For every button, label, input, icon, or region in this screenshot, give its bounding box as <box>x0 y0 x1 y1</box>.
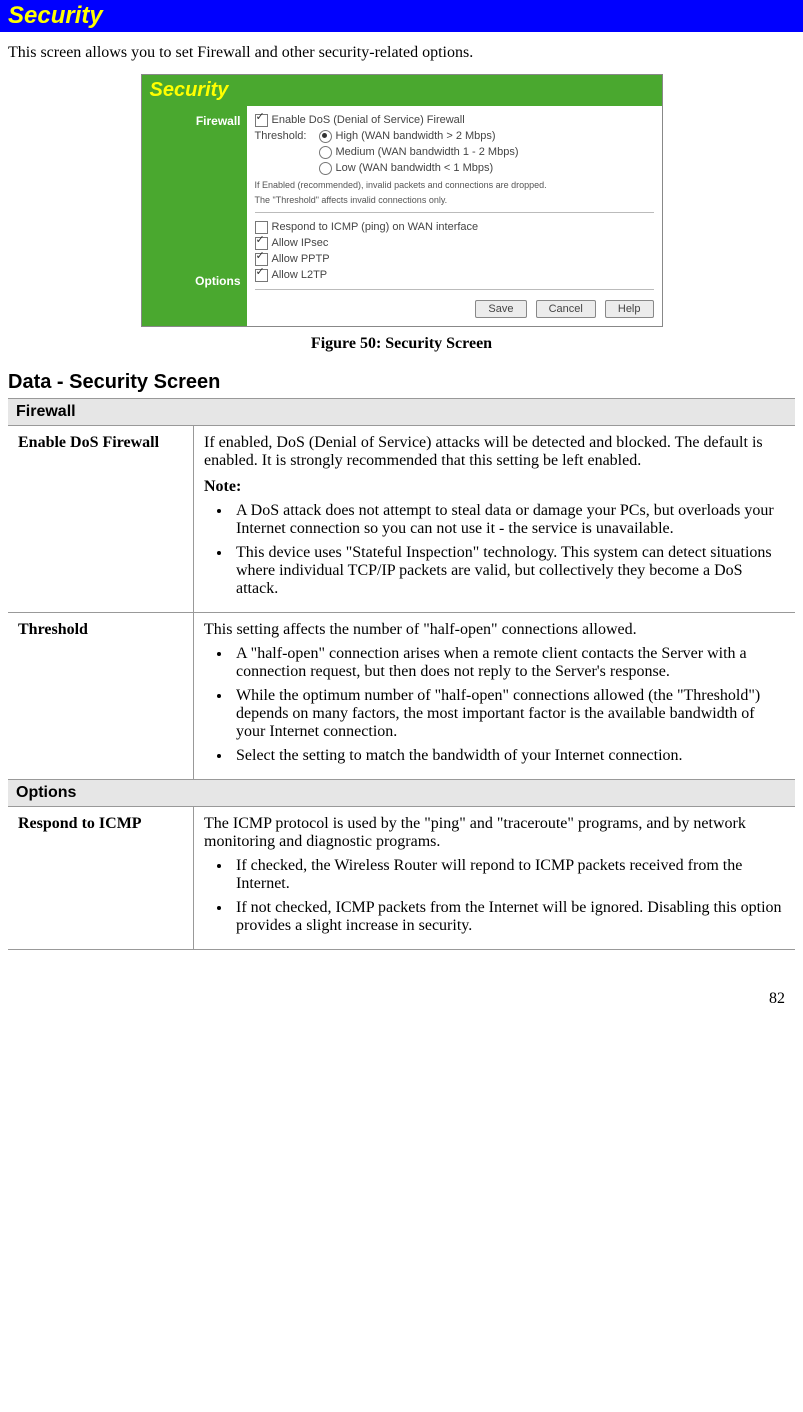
threshold-high-label: High (WAN bandwidth > 2 Mbps) <box>336 128 496 144</box>
enable-dos-bullet2: This device uses "Stateful Inspection" t… <box>232 544 785 598</box>
allow-ipsec-checkbox[interactable] <box>255 237 268 250</box>
allow-l2tp-label: Allow L2TP <box>272 267 328 283</box>
allow-pptp-label: Allow PPTP <box>272 251 330 267</box>
page-title: Security <box>8 2 103 29</box>
enable-dos-para1: If enabled, DoS (Denial of Service) atta… <box>204 434 785 470</box>
firewall-note1: If Enabled (recommended), invalid packet… <box>255 180 654 191</box>
screenshot-title: Security <box>142 75 662 106</box>
row-desc-threshold: This setting affects the number of "half… <box>194 613 796 780</box>
cancel-button[interactable]: Cancel <box>536 300 596 318</box>
allow-ipsec-label: Allow IPsec <box>272 235 329 251</box>
table-row: Enable DoS Firewall If enabled, DoS (Den… <box>8 426 795 613</box>
group-header-firewall: Firewall <box>8 399 795 426</box>
threshold-bullet2: While the optimum number of "half-open" … <box>232 687 785 741</box>
enable-dos-checkbox[interactable] <box>255 114 268 127</box>
figure-wrap: Security Firewall Options Enable DoS (De… <box>0 74 803 361</box>
group-header-options: Options <box>8 780 795 807</box>
threshold-low-radio[interactable] <box>319 162 332 175</box>
enable-dos-bullet1: A DoS attack does not attempt to steal d… <box>232 502 785 538</box>
allow-l2tp-checkbox[interactable] <box>255 269 268 282</box>
screenshot-sidebar: Firewall Options <box>142 106 247 326</box>
note-label: Note: <box>204 478 785 496</box>
row-label-threshold: Threshold <box>8 613 194 780</box>
threshold-para1: This setting affects the number of "half… <box>204 621 785 639</box>
sidebar-options-label: Options <box>142 274 241 292</box>
row-label-respond-icmp: Respond to ICMP <box>8 807 194 950</box>
page-number: 82 <box>0 950 803 1020</box>
threshold-low-label: Low (WAN bandwidth < 1 Mbps) <box>336 160 494 176</box>
sidebar-firewall-label: Firewall <box>142 114 241 132</box>
respond-icmp-para1: The ICMP protocol is used by the "ping" … <box>204 815 785 851</box>
row-desc-respond-icmp: The ICMP protocol is used by the "ping" … <box>194 807 796 950</box>
page-title-bar: Security <box>0 0 803 32</box>
respond-icmp-checkbox[interactable] <box>255 221 268 234</box>
screenshot-main: Enable DoS (Denial of Service) Firewall … <box>247 106 662 326</box>
threshold-medium-label: Medium (WAN bandwidth 1 - 2 Mbps) <box>336 144 519 160</box>
respond-icmp-label: Respond to ICMP (ping) on WAN interface <box>272 219 479 235</box>
threshold-bullet1: A "half-open" connection arises when a r… <box>232 645 785 681</box>
data-table: Firewall Enable DoS Firewall If enabled,… <box>8 398 795 950</box>
figure-caption: Figure 50: Security Screen <box>311 335 492 353</box>
threshold-bullet3: Select the setting to match the bandwidt… <box>232 747 785 765</box>
row-label-enable-dos: Enable DoS Firewall <box>8 426 194 613</box>
save-button[interactable]: Save <box>475 300 526 318</box>
intro-text: This screen allows you to set Firewall a… <box>0 32 803 74</box>
table-row: Respond to ICMP The ICMP protocol is use… <box>8 807 795 950</box>
threshold-medium-radio[interactable] <box>319 146 332 159</box>
threshold-label: Threshold: <box>255 128 315 144</box>
security-screenshot: Security Firewall Options Enable DoS (De… <box>141 74 663 327</box>
respond-icmp-bullet2: If not checked, ICMP packets from the In… <box>232 899 785 935</box>
respond-icmp-bullet1: If checked, the Wireless Router will rep… <box>232 857 785 893</box>
section-heading: Data - Security Screen <box>0 361 803 398</box>
allow-pptp-checkbox[interactable] <box>255 253 268 266</box>
threshold-high-radio[interactable] <box>319 130 332 143</box>
row-desc-enable-dos: If enabled, DoS (Denial of Service) atta… <box>194 426 796 613</box>
help-button[interactable]: Help <box>605 300 654 318</box>
table-row: Threshold This setting affects the numbe… <box>8 613 795 780</box>
enable-dos-label: Enable DoS (Denial of Service) Firewall <box>272 112 465 128</box>
firewall-note2: The "Threshold" affects invalid connecti… <box>255 195 654 206</box>
